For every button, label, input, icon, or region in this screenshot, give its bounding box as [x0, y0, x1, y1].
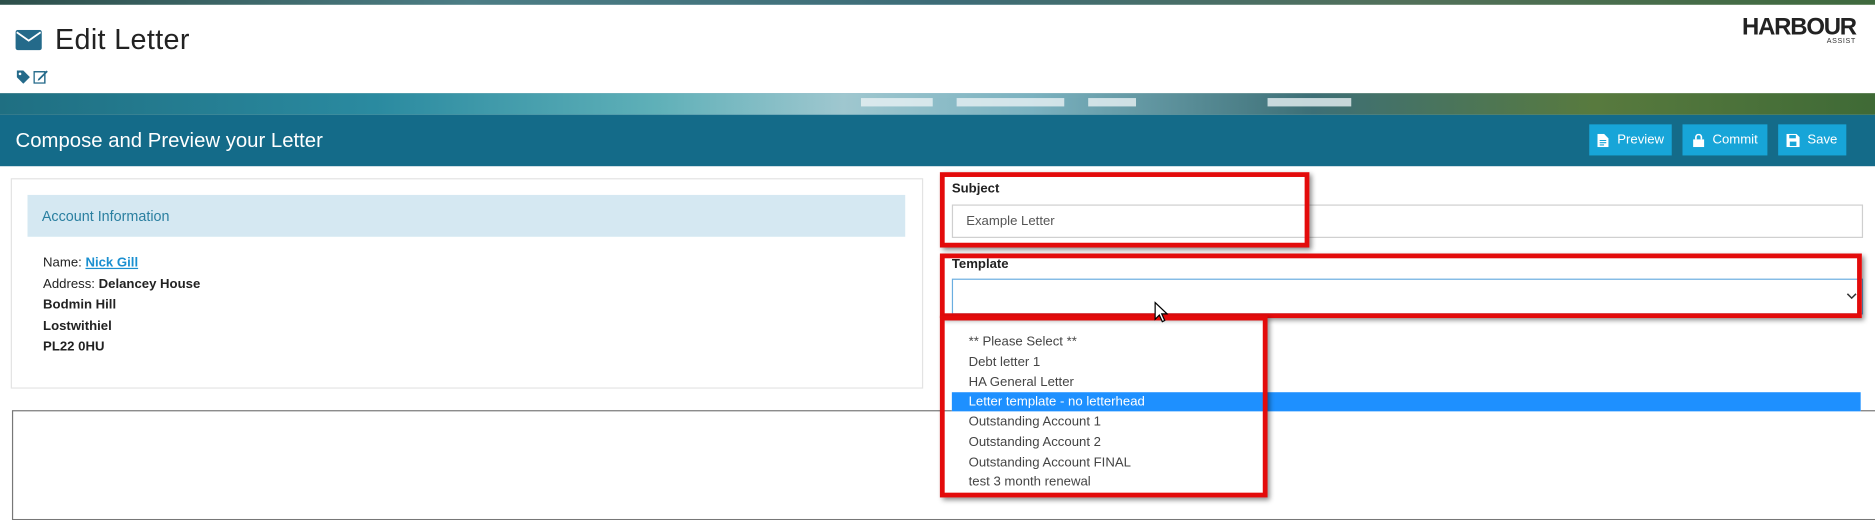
template-option-highlighted[interactable]: Letter template - no letterhead: [951, 392, 1861, 412]
template-select[interactable]: [951, 278, 1864, 315]
file-icon: [1598, 133, 1609, 147]
edit-icon[interactable]: [33, 69, 48, 84]
address-line: Delancey House: [98, 276, 201, 292]
subject-input[interactable]: Example Letter: [951, 204, 1864, 238]
toolbar-title: Compose and Preview your Letter: [15, 129, 323, 152]
name-label: Name:: [43, 255, 82, 271]
template-option[interactable]: Outstanding Account 1: [952, 413, 1861, 432]
template-option[interactable]: Outstanding Account FINAL: [952, 453, 1861, 472]
account-info-header: Account Information: [27, 194, 906, 237]
preview-button[interactable]: Preview: [1589, 124, 1672, 156]
account-name-link[interactable]: Nick Gill: [85, 256, 138, 270]
account-info-heading: Account Information: [41, 208, 170, 225]
envelope-icon: [15, 29, 42, 51]
template-option[interactable]: test 3 month renewal: [952, 473, 1861, 492]
preview-button-label: Preview: [1617, 132, 1665, 148]
commit-button[interactable]: Commit: [1682, 124, 1768, 156]
template-options-list: ** Please Select ** Debt letter 1 HA Gen…: [951, 332, 1861, 493]
save-button[interactable]: Save: [1778, 124, 1847, 156]
tag-icon[interactable]: [16, 70, 30, 84]
page-title: Edit Letter: [55, 23, 190, 57]
header-title-area: [0, 4, 1875, 94]
compose-toolbar: Compose and Preview your Letter Preview …: [0, 114, 1875, 167]
subject-label: Subject: [951, 181, 1000, 197]
template-option[interactable]: Outstanding Account 2: [952, 433, 1861, 452]
template-option[interactable]: Debt letter 1: [952, 352, 1861, 371]
template-option[interactable]: HA General Letter: [952, 372, 1861, 391]
address-line: PL22 0HU: [43, 339, 105, 354]
lock-icon: [1693, 133, 1705, 147]
account-info-panel: Account Information Name: Nick Gill Addr…: [10, 178, 924, 389]
commit-button-label: Commit: [1712, 132, 1758, 148]
mouse-cursor-icon: [1154, 301, 1169, 323]
harbour-assist-logo: HARBOUR ASSIST: [1742, 14, 1857, 46]
template-label: Template: [951, 257, 1009, 272]
chevron-down-icon: [1846, 293, 1857, 300]
subject-value: Example Letter: [966, 214, 1055, 229]
template-option[interactable]: ** Please Select **: [952, 332, 1861, 351]
address-line: Bodmin Hill: [43, 297, 117, 313]
save-button-label: Save: [1807, 132, 1838, 148]
address-line: Lostwithiel: [43, 318, 112, 334]
page-header: Edit Letter HARBOUR ASSIST: [0, 0, 1875, 115]
header-banner-bottom: [0, 93, 1875, 115]
account-details: Name: Nick Gill Address: Delancey House …: [43, 254, 200, 359]
floppy-disk-icon: [1787, 133, 1801, 147]
logo-text: HARBOUR: [1742, 14, 1857, 41]
address-label: Address:: [43, 276, 95, 292]
